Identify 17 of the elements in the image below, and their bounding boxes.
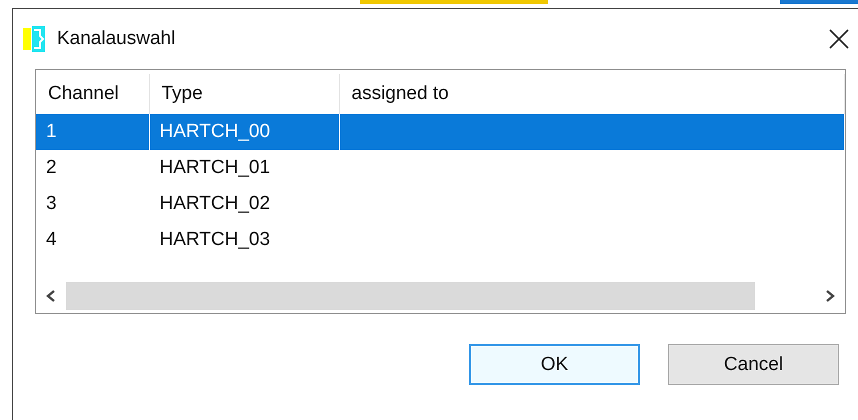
table-cell-text: 3	[45, 192, 58, 216]
scrollbar-thumb[interactable]	[66, 282, 756, 310]
close-icon[interactable]	[827, 27, 851, 51]
app-icon	[23, 26, 45, 52]
list-row[interactable]: 3 HARTCH_02	[36, 186, 844, 222]
list-row[interactable]: 2 HARTCH_01	[36, 150, 844, 186]
table-cell-text: HARTCH_02	[158, 192, 272, 216]
table-cell: HARTCH_01	[149, 150, 339, 186]
table-cell: 2	[36, 150, 149, 186]
dialog-button[interactable]: Cancel	[668, 344, 839, 385]
window-title: Kanalauswahl	[57, 28, 176, 50]
list-row[interactable]: 4 HARTCH_03	[36, 222, 844, 258]
dialog-button[interactable]: OK	[469, 344, 640, 385]
table-cell: HARTCH_00	[149, 114, 339, 150]
table-cell-text: HARTCH_03	[158, 228, 272, 252]
table-cell: 1	[36, 114, 149, 150]
table-cell-text: 4	[45, 228, 58, 252]
